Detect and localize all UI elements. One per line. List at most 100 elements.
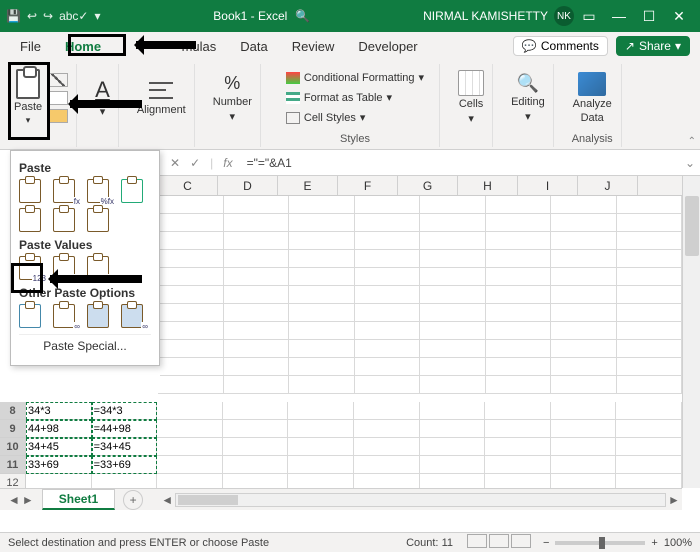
redo-icon[interactable]: ↪ (43, 9, 53, 23)
paste-formulas-option[interactable]: fx (53, 179, 81, 205)
maximize-button[interactable]: ☐ (634, 8, 664, 25)
col-header[interactable]: C (158, 176, 218, 195)
tab-formulas-partial[interactable]: mulas (170, 32, 229, 60)
chevron-down-icon: ▾ (675, 39, 681, 53)
cell[interactable]: 34+45 (26, 438, 92, 456)
vertical-scrollbar[interactable] (682, 176, 700, 488)
qat-more-icon[interactable]: ▾ (94, 9, 100, 23)
paste-values-title: Paste Values (19, 238, 151, 252)
page-break-view-icon[interactable] (511, 534, 531, 548)
col-header[interactable]: F (338, 176, 398, 195)
cell[interactable]: 33+69 (26, 456, 92, 474)
paste-values-option[interactable]: 123 (19, 256, 47, 282)
scroll-left-icon[interactable]: ◄ (159, 493, 175, 507)
number-label: Number (213, 96, 252, 108)
scroll-right-icon[interactable]: ► (666, 493, 682, 507)
cell[interactable]: 44+98 (26, 420, 92, 438)
row-header[interactable]: 9 (0, 420, 26, 438)
paste-keep-width-option[interactable] (53, 208, 81, 234)
row-header[interactable]: 11 (0, 456, 26, 474)
add-sheet-button[interactable]: + (123, 490, 143, 510)
spellcheck-icon[interactable]: abc✓ (59, 9, 88, 23)
scrollbar-thumb[interactable] (685, 196, 699, 256)
collapse-ribbon-icon[interactable]: ⌃ (688, 136, 696, 147)
page-layout-view-icon[interactable] (489, 534, 509, 548)
paste-values-source-format-option[interactable]: ✎ (87, 256, 115, 282)
font-dropdown[interactable]: A ▾ (95, 77, 110, 118)
cut-icon[interactable] (48, 73, 68, 87)
row-header[interactable]: 10 (0, 438, 26, 456)
col-header[interactable]: G (398, 176, 458, 195)
cell[interactable]: =34+45 (92, 438, 158, 456)
confirm-formula-icon[interactable]: ✓ (190, 156, 200, 170)
search-icon[interactable]: 🔍 (295, 9, 310, 23)
tab-home[interactable]: Home (53, 32, 113, 60)
cells-label: Cells (459, 98, 483, 110)
paste-link-option[interactable]: ∞ (53, 304, 81, 330)
view-buttons[interactable] (465, 534, 531, 551)
paste-transpose-option[interactable] (87, 208, 115, 234)
prev-sheet-icon[interactable]: ◄ (8, 493, 20, 507)
cell[interactable]: 34*3 (26, 402, 92, 420)
alignment-dropdown[interactable]: Alignment (137, 80, 186, 116)
cells-dropdown[interactable]: Cells ▾ (458, 70, 484, 125)
formula-input[interactable]: ="="&A1 (243, 156, 680, 170)
cell-styles-button[interactable]: Cell Styles ▾ (279, 109, 431, 126)
tab-developer[interactable]: Developer (346, 32, 429, 60)
expand-formula-bar-icon[interactable]: ⌄ (680, 156, 700, 170)
col-header[interactable]: H (458, 176, 518, 195)
horizontal-scrollbar[interactable]: ◄ ► (159, 493, 682, 507)
sheet-tab[interactable]: Sheet1 (42, 489, 115, 510)
close-button[interactable]: ✕ (664, 8, 694, 25)
cancel-formula-icon[interactable]: ✕ (170, 156, 180, 170)
format-painter-icon[interactable] (48, 109, 68, 123)
cell[interactable]: =34*3 (92, 402, 158, 420)
ribbon-options-icon[interactable]: ▭ (574, 8, 604, 25)
paste-no-borders-option[interactable] (19, 208, 47, 234)
paste-formulas-number-option[interactable]: %fx (87, 179, 115, 205)
zoom-level[interactable]: 100% (664, 537, 692, 549)
row-header[interactable]: 8 (0, 402, 26, 420)
comments-button[interactable]: 💬 Comments (513, 36, 608, 56)
format-as-table-button[interactable]: Format as Table ▾ (279, 89, 431, 106)
chevron-down-icon[interactable]: ▾ (26, 115, 31, 126)
minimize-button[interactable]: — (604, 8, 634, 24)
zoom-slider[interactable] (555, 541, 645, 545)
zoom-control[interactable]: − + 100% (543, 537, 692, 549)
tab-data[interactable]: Data (228, 32, 279, 60)
tab-review[interactable]: Review (280, 32, 347, 60)
next-sheet-icon[interactable]: ► (22, 493, 34, 507)
tab-file[interactable]: File (8, 32, 53, 60)
paste-linked-picture-option[interactable]: ∞ (121, 304, 149, 330)
paste-special-menu-item[interactable]: Paste Special... (19, 334, 151, 357)
paste-picture-option[interactable] (87, 304, 115, 330)
save-icon[interactable]: 💾 (6, 9, 21, 23)
paste-button[interactable]: Paste ▾ (14, 69, 42, 126)
cells-area-upper[interactable] (158, 196, 682, 488)
cell[interactable]: =33+69 (92, 456, 158, 474)
number-dropdown[interactable]: % Number ▾ (213, 73, 252, 123)
paste-keep-source-option[interactable] (121, 179, 149, 205)
cell[interactable]: =44+98 (92, 420, 158, 438)
paste-section-title: Paste (19, 161, 151, 175)
col-header[interactable]: I (518, 176, 578, 195)
paste-formatting-option[interactable] (19, 304, 47, 330)
undo-icon[interactable]: ↩ (27, 9, 37, 23)
copy-icon[interactable] (48, 91, 68, 105)
paste-values-number-format-option[interactable]: %123 (53, 256, 81, 282)
group-analysis: Analyze Data Analysis (564, 64, 622, 147)
zoom-out-icon[interactable]: − (543, 537, 549, 549)
col-header[interactable]: E (278, 176, 338, 195)
user-account[interactable]: NIRMAL KAMISHETTY NK (423, 6, 574, 26)
normal-view-icon[interactable] (467, 534, 487, 548)
conditional-formatting-button[interactable]: Conditional Formatting ▾ (279, 69, 431, 86)
fx-icon[interactable]: fx (223, 156, 232, 170)
analyze-data-button[interactable]: Analyze Data (573, 72, 612, 124)
editing-dropdown[interactable]: 🔍 Editing ▾ (511, 73, 545, 123)
scrollbar-thumb[interactable] (178, 495, 238, 505)
zoom-in-icon[interactable]: + (651, 537, 657, 549)
share-button[interactable]: ↗ Share ▾ (616, 36, 690, 56)
paste-all-option[interactable] (19, 179, 47, 205)
col-header[interactable]: J (578, 176, 638, 195)
col-header[interactable]: D (218, 176, 278, 195)
